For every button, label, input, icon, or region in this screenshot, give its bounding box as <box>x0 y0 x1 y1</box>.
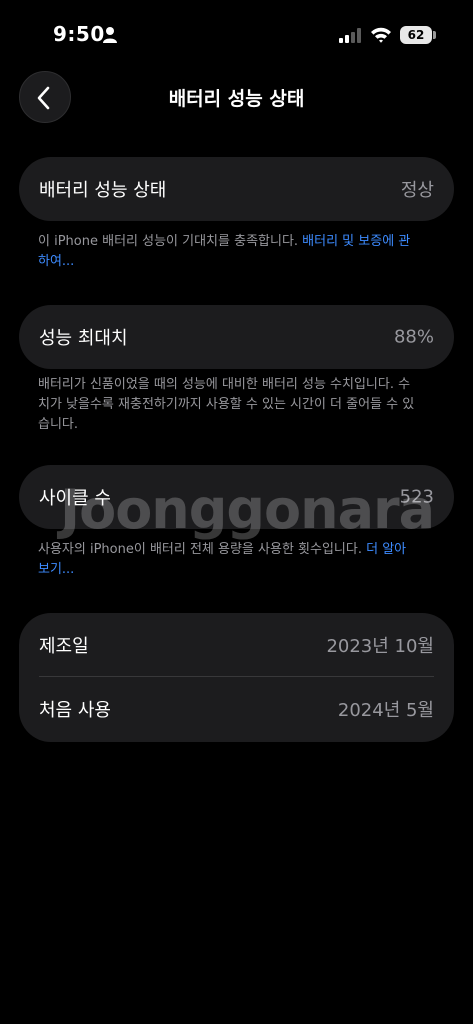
max-capacity-value: 88% <box>393 326 434 348</box>
first-use-label: 처음 사용 <box>39 700 111 721</box>
status-bar: 9:50 62 <box>0 0 473 70</box>
cycle-count-label: 사이클 수 <box>39 488 111 509</box>
page-title: 배터리 성능 상태 <box>168 88 305 110</box>
cycle-count-value: 523 <box>399 486 434 508</box>
dates-card: 제조일 2023년 10월 처음 사용 2024년 5월 <box>19 613 454 742</box>
battery-health-note-text: 이 iPhone 배터리 성능이 기대치를 충족합니다. <box>38 234 303 249</box>
cycle-count-row: 사이클 수 523 <box>19 465 454 529</box>
battery-health-value: 정상 <box>400 180 434 201</box>
max-capacity-row: 성능 최대치 88% <box>19 305 454 369</box>
battery-health-note: 이 iPhone 배터리 성능이 기대치를 충족합니다. 배터리 및 보증에 관… <box>38 232 418 272</box>
first-use-value: 2024년 5월 <box>337 700 434 721</box>
status-time: 9:50 <box>53 22 105 46</box>
max-capacity-label: 성능 최대치 <box>39 328 128 349</box>
cycle-count-note: 사용자의 iPhone이 배터리 전체 용량을 사용한 횟수입니다. 더 알아보… <box>38 540 418 580</box>
manufacture-date-label: 제조일 <box>39 636 89 657</box>
person-icon <box>103 27 117 43</box>
battery-cap <box>433 31 436 39</box>
wifi-icon <box>371 27 391 43</box>
battery-health-row[interactable]: 배터리 성능 상태 정상 <box>19 157 454 221</box>
first-use-row: 처음 사용 2024년 5월 <box>19 677 454 741</box>
cellular-signal-icon <box>339 28 361 43</box>
manufacture-date-row: 제조일 2023년 10월 <box>19 613 454 677</box>
manufacture-date-value: 2023년 10월 <box>326 636 434 657</box>
cycle-count-note-text: 사용자의 iPhone이 배터리 전체 용량을 사용한 횟수입니다. <box>38 542 367 557</box>
max-capacity-note: 배터리가 신품이었을 때의 성능에 대비한 배터리 성능 수치입니다. 수치가 … <box>38 377 415 432</box>
battery-level-badge: 62 <box>400 26 432 44</box>
battery-health-label: 배터리 성능 상태 <box>39 180 167 201</box>
